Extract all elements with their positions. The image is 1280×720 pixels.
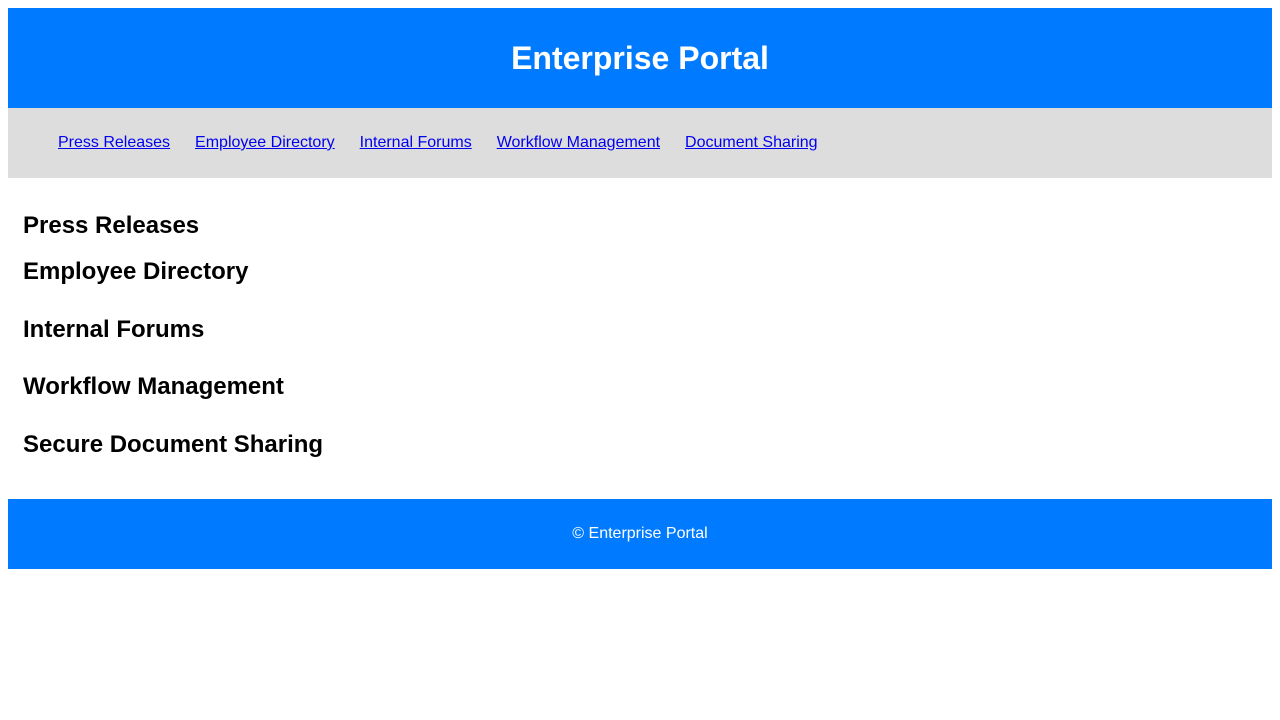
section-heading: Secure Document Sharing (23, 430, 324, 458)
nav-link-document-sharing[interactable]: Document Sharing (685, 134, 818, 151)
nav-item: Document Sharing (685, 134, 818, 152)
page-title: Enterprise Portal (511, 39, 769, 76)
nav-link-employee-directory[interactable]: Employee Directory (195, 134, 335, 151)
section-heading: Employee Directory (23, 258, 249, 285)
section-internal-forums: Internal Forums (23, 301, 1257, 358)
section-employee-directory: Employee Directory (23, 243, 1257, 301)
section-workflow-management: Workflow Management (23, 358, 1257, 416)
page: Enterprise Portal Press Releases Employe… (8, 8, 1272, 569)
nav-item: Internal Forums (360, 134, 472, 152)
footer-copyright: © Enterprise Portal (572, 525, 708, 542)
main-nav: Press Releases Employee Directory Intern… (8, 108, 1272, 178)
nav-link-workflow-management[interactable]: Workflow Management (497, 134, 660, 151)
main-content: Press Releases Employee Directory Intern… (8, 178, 1272, 499)
nav-link-internal-forums[interactable]: Internal Forums (360, 134, 472, 151)
section-heading: Workflow Management (23, 373, 284, 400)
nav-list: Press Releases Employee Directory Intern… (8, 134, 843, 152)
section-press-releases: Press Releases (23, 186, 1257, 243)
site-footer: © Enterprise Portal (8, 499, 1272, 569)
nav-link-press-releases[interactable]: Press Releases (58, 134, 170, 151)
nav-item: Press Releases (58, 134, 170, 152)
nav-item: Workflow Management (497, 134, 660, 152)
site-header: Enterprise Portal (8, 8, 1272, 108)
section-secure-document-sharing: Secure Document Sharing (23, 416, 1257, 473)
section-heading: Press Releases (23, 212, 200, 239)
nav-item: Employee Directory (195, 134, 335, 152)
section-heading: Internal Forums (23, 315, 205, 343)
